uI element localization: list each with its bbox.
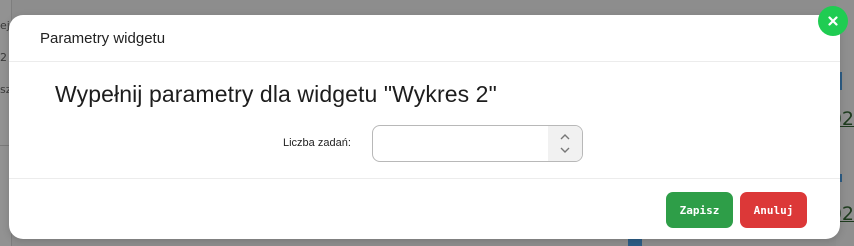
modal-heading: Wypełnij parametry dla widgetu "Wykres 2… [55, 81, 497, 107]
task-count-field[interactable] [372, 125, 583, 162]
modal-title: Parametry widgetu [40, 29, 166, 47]
task-count-input[interactable] [373, 126, 548, 161]
chevron-up-icon[interactable] [557, 132, 573, 142]
cancel-button[interactable]: Anuluj [740, 192, 807, 228]
background-text-fragment: 2 [0, 51, 7, 64]
save-button[interactable]: Zapisz [666, 192, 733, 228]
number-spinner[interactable] [548, 126, 582, 161]
close-button[interactable] [818, 6, 848, 36]
modal-header: Parametry widgetu [9, 15, 840, 62]
close-icon [828, 16, 838, 26]
modal-body: Wypełnij parametry dla widgetu "Wykres 2… [9, 62, 840, 179]
task-count-label: Liczba zadań: [283, 137, 351, 149]
widget-parameters-modal: Parametry widgetu Wypełnij parametry dla… [9, 15, 840, 239]
chevron-down-icon[interactable] [557, 145, 573, 155]
modal-footer: Zapisz Anuluj [9, 179, 840, 238]
